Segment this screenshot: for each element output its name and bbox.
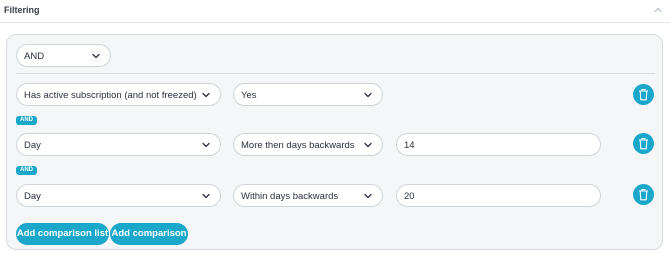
chevron-up-icon[interactable]: [652, 4, 664, 16]
delete-row-button[interactable]: [633, 84, 654, 105]
chevron-down-icon: [92, 53, 100, 59]
condition-select[interactable]: Yes: [233, 83, 383, 106]
chevron-down-icon: [202, 142, 210, 148]
operator-select[interactable]: AND: [16, 44, 111, 67]
chevron-down-icon: [202, 193, 210, 199]
and-badge: AND: [16, 116, 37, 125]
trash-icon: [639, 188, 648, 201]
field-select[interactable]: Day: [16, 133, 221, 156]
chevron-down-icon: [364, 193, 372, 199]
chevron-down-icon: [202, 92, 210, 98]
chevron-down-icon: [364, 142, 372, 148]
add-comparison-list-button[interactable]: Add comparison list: [16, 223, 109, 245]
field-select-value: Day: [24, 191, 41, 202]
operator-select-value: AND: [24, 51, 45, 62]
field-select[interactable]: Day: [16, 184, 221, 207]
condition-select-value: More then days backwards: [241, 140, 355, 151]
condition-select-value: Yes: [241, 90, 257, 101]
value-input-text: 14: [404, 140, 415, 151]
field-select-value: Has active subscription (and not freezed…: [24, 90, 197, 101]
field-select[interactable]: Has active subscription (and not freezed…: [16, 83, 221, 106]
value-input[interactable]: 14: [396, 133, 601, 156]
condition-select[interactable]: Within days backwards: [233, 184, 383, 207]
delete-row-button[interactable]: [633, 133, 654, 154]
condition-select-value: Within days backwards: [241, 191, 339, 202]
chevron-down-icon: [364, 92, 372, 98]
trash-icon: [639, 88, 648, 101]
delete-row-button[interactable]: [633, 184, 654, 205]
section-title: Filtering: [4, 5, 40, 15]
divider: [16, 73, 655, 74]
add-comparison-button[interactable]: Add comparison: [110, 223, 188, 245]
trash-icon: [639, 137, 648, 150]
and-badge: AND: [16, 166, 37, 175]
filter-panel: AND Has active subscription (and not fre…: [6, 34, 663, 250]
condition-select[interactable]: More then days backwards: [233, 133, 383, 156]
filtering-header[interactable]: Filtering: [0, 0, 670, 23]
field-select-value: Day: [24, 140, 41, 151]
value-input[interactable]: 20: [396, 184, 601, 207]
value-input-text: 20: [404, 191, 415, 202]
